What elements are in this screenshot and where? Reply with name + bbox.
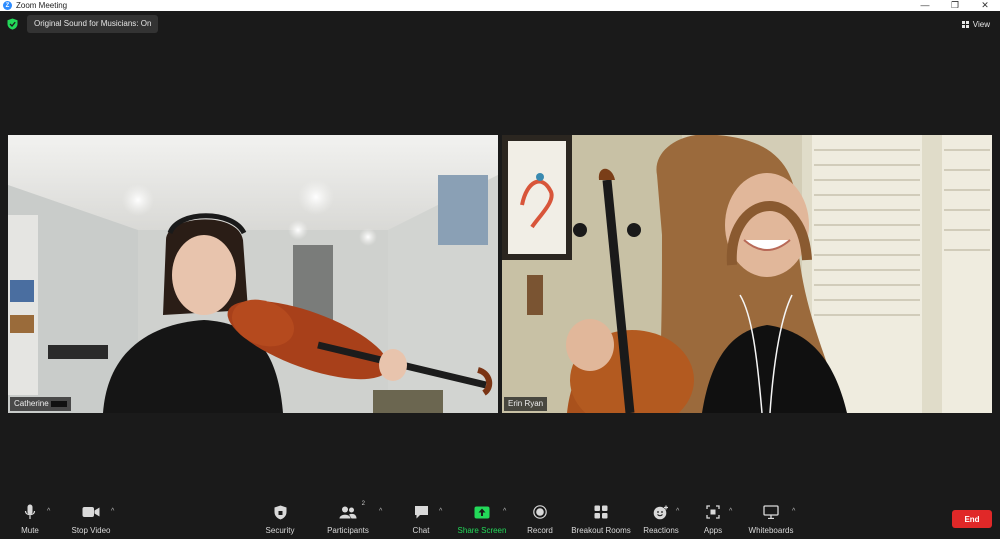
stop-video-label: Stop Video xyxy=(71,526,111,535)
minimize-button[interactable]: — xyxy=(910,0,940,11)
reactions-label: Reactions xyxy=(643,526,679,535)
participants-count: 2 xyxy=(361,501,365,507)
participant-name: Erin Ryan xyxy=(508,399,544,408)
view-label: View xyxy=(972,19,990,29)
participants-icon-wrap: 2 xyxy=(339,501,365,522)
security-button[interactable]: Security xyxy=(245,499,315,539)
apps-label: Apps xyxy=(703,526,723,535)
reactions-icon-wrap xyxy=(653,502,669,522)
participant-video-catherine xyxy=(8,135,498,413)
participant-video-erin-ryan xyxy=(502,135,992,413)
meeting-toolbar: Mute ^ Stop Video ^ Security 2 Participa… xyxy=(0,499,1000,539)
video-tile-catherine[interactable]: Catherine xyxy=(8,135,498,413)
whiteboard-icon xyxy=(763,505,779,519)
record-icon xyxy=(533,505,547,519)
security-label: Security xyxy=(265,526,295,535)
whiteboards-icon-wrap xyxy=(763,502,779,522)
end-meeting-button[interactable]: End xyxy=(952,510,992,528)
apps-options-caret[interactable]: ^ xyxy=(729,508,732,515)
window-shutters xyxy=(812,135,992,413)
original-sound-status-button[interactable]: Original Sound for Musicians: On xyxy=(27,15,159,33)
breakout-rooms-icon-wrap xyxy=(594,502,608,522)
chat-button[interactable]: Chat xyxy=(386,499,456,539)
microphone-icon xyxy=(24,504,36,519)
encryption-shield-icon[interactable] xyxy=(7,18,18,30)
chat-bubble-icon xyxy=(414,506,428,519)
window-titlebar: Z Zoom Meeting — ❐ ✕ xyxy=(0,0,1000,11)
mute-label: Mute xyxy=(21,526,39,535)
stop-video-button[interactable]: Stop Video xyxy=(56,499,126,539)
chat-label: Chat xyxy=(412,526,430,535)
participant-name-tag: Erin Ryan xyxy=(504,397,548,411)
participant-name-tag: Catherine xyxy=(10,397,71,411)
video-camera-icon xyxy=(82,507,100,517)
window-title: Zoom Meeting xyxy=(16,1,68,10)
audio-options-caret[interactable]: ^ xyxy=(47,508,50,515)
video-tile-erin-ryan[interactable]: Erin Ryan xyxy=(502,135,992,413)
whiteboards-button[interactable]: Whiteboards xyxy=(736,499,806,539)
restore-button[interactable]: ❐ xyxy=(940,0,970,11)
whiteboards-options-caret[interactable]: ^ xyxy=(792,508,795,515)
view-button[interactable]: View xyxy=(961,16,990,32)
chat-options-caret[interactable]: ^ xyxy=(439,508,442,515)
participants-options-caret[interactable]: ^ xyxy=(379,508,382,515)
breakout-rooms-grid-icon xyxy=(594,505,608,519)
chat-icon-wrap xyxy=(414,502,429,522)
participants-label: Participants xyxy=(327,526,369,535)
share-screen-icon-wrap xyxy=(474,502,490,522)
record-icon-wrap xyxy=(533,502,547,522)
stop-video-icon-wrap xyxy=(82,502,100,522)
whiteboards-label: Whiteboards xyxy=(748,526,794,535)
zoom-app-icon: Z xyxy=(3,1,12,10)
shield-icon xyxy=(274,505,286,519)
breakout-rooms-label: Breakout Rooms xyxy=(571,526,631,535)
smiley-icon xyxy=(653,505,668,519)
apps-icon xyxy=(706,505,720,519)
mute-button-icon-wrap xyxy=(24,502,36,522)
participant-name: Catherine xyxy=(14,399,49,408)
grid-view-icon xyxy=(961,20,969,28)
redacted-name-block xyxy=(50,400,67,407)
record-label: Record xyxy=(527,526,553,535)
people-icon xyxy=(339,506,357,518)
security-icon-wrap xyxy=(274,502,287,522)
video-options-caret[interactable]: ^ xyxy=(111,508,114,515)
window-controls: — ❐ ✕ xyxy=(910,0,1000,11)
record-button[interactable]: Record xyxy=(505,499,575,539)
apps-icon-wrap xyxy=(706,502,720,522)
share-screen-label: Share Screen xyxy=(457,526,507,535)
share-screen-arrow-icon xyxy=(474,506,490,518)
participants-button[interactable]: 2 Participants xyxy=(313,499,383,539)
close-button[interactable]: ✕ xyxy=(970,0,1000,11)
